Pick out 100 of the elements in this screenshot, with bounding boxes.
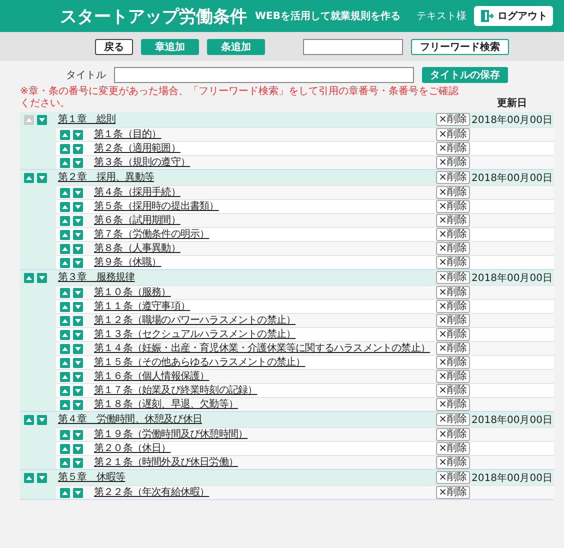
delete-button[interactable]: ×削除 <box>436 471 470 484</box>
delete-button[interactable]: ×削除 <box>436 171 470 184</box>
move-down-button[interactable] <box>73 372 83 382</box>
article-link[interactable]: 第３条（規則の遵守） <box>94 156 436 168</box>
article-link[interactable]: 第１３条（セクシュアルハラスメントの禁止） <box>94 328 436 340</box>
logout-button[interactable]: ログアウト <box>474 6 554 26</box>
chapter-link[interactable]: 第３章 服務規律 <box>58 272 436 284</box>
move-down-button[interactable] <box>37 272 47 282</box>
move-up-button[interactable] <box>60 302 70 312</box>
move-up-button[interactable] <box>60 444 70 454</box>
move-down-button[interactable] <box>73 386 83 396</box>
move-up-button[interactable] <box>60 158 70 168</box>
chapter-link[interactable]: 第５章 休暇等 <box>58 472 436 484</box>
delete-button[interactable]: ×削除 <box>436 228 470 241</box>
move-up-button[interactable] <box>60 400 70 410</box>
move-down-button[interactable] <box>73 202 83 212</box>
article-link[interactable]: 第１８条（遅刻、早退、欠勤等） <box>94 398 436 410</box>
move-down-button[interactable] <box>73 316 83 326</box>
chapter-link[interactable]: 第４章 労働時間、休憩及び休日 <box>58 414 436 426</box>
move-down-button[interactable] <box>73 144 83 154</box>
title-field[interactable] <box>114 67 414 83</box>
delete-button[interactable]: ×削除 <box>436 486 470 499</box>
move-up-button[interactable] <box>60 316 70 326</box>
delete-button[interactable]: ×削除 <box>436 314 470 327</box>
move-up-button[interactable] <box>24 472 34 482</box>
move-down-button[interactable] <box>73 258 83 268</box>
move-down-button[interactable] <box>73 444 83 454</box>
delete-button[interactable]: ×削除 <box>436 328 470 341</box>
chapter-link[interactable]: 第２章 採用、異動等 <box>58 172 436 184</box>
article-link[interactable]: 第４条（採用手続） <box>94 186 436 198</box>
move-up-button[interactable] <box>60 386 70 396</box>
article-link[interactable]: 第１１条（遵守事項） <box>94 300 436 312</box>
search-button[interactable]: フリーワード検索 <box>411 38 509 54</box>
article-link[interactable]: 第２０条（休日） <box>94 442 436 454</box>
move-down-button[interactable] <box>73 244 83 254</box>
move-down-button[interactable] <box>73 216 83 226</box>
move-up-button[interactable] <box>60 258 70 268</box>
move-down-button[interactable] <box>73 302 83 312</box>
move-down-button[interactable] <box>73 488 83 498</box>
move-down-button[interactable] <box>73 288 83 298</box>
article-link[interactable]: 第２条（適用範囲） <box>94 142 436 154</box>
delete-button[interactable]: ×削除 <box>436 428 470 441</box>
move-up-button[interactable] <box>24 272 34 282</box>
move-up-button[interactable] <box>60 130 70 140</box>
article-link[interactable]: 第１４条（妊娠・出産・育児休業・介護休業等に関するハラスメントの禁止） <box>94 342 436 354</box>
move-up-button[interactable] <box>60 458 70 468</box>
delete-button[interactable]: ×削除 <box>436 186 470 199</box>
article-link[interactable]: 第９条（休職） <box>94 256 436 268</box>
move-down-button[interactable] <box>73 188 83 198</box>
article-link[interactable]: 第８条（人事異動） <box>94 242 436 254</box>
move-down-button[interactable] <box>73 400 83 410</box>
move-down-button[interactable] <box>37 472 47 482</box>
delete-button[interactable]: ×削除 <box>436 384 470 397</box>
move-up-button[interactable] <box>60 372 70 382</box>
article-link[interactable]: 第１５条（その他あらゆるハラスメントの禁止） <box>94 356 436 368</box>
move-up-button[interactable] <box>60 244 70 254</box>
move-up-button[interactable] <box>60 344 70 354</box>
article-link[interactable]: 第１０条（服務） <box>94 286 436 298</box>
move-down-button[interactable] <box>73 430 83 440</box>
delete-button[interactable]: ×削除 <box>436 156 470 169</box>
move-down-button[interactable] <box>73 130 83 140</box>
delete-button[interactable]: ×削除 <box>436 456 470 469</box>
move-up-button[interactable] <box>60 144 70 154</box>
move-down-button[interactable] <box>73 344 83 354</box>
delete-button[interactable]: ×削除 <box>436 300 470 313</box>
move-up-button[interactable] <box>60 330 70 340</box>
article-link[interactable]: 第５条（採用時の提出書類） <box>94 200 436 212</box>
delete-button[interactable]: ×削除 <box>436 442 470 455</box>
move-up-button[interactable] <box>60 202 70 212</box>
move-down-button[interactable] <box>73 330 83 340</box>
move-up-button[interactable] <box>60 358 70 368</box>
move-up-button[interactable] <box>60 288 70 298</box>
move-down-button[interactable] <box>73 230 83 240</box>
delete-button[interactable]: ×削除 <box>436 256 470 269</box>
move-down-button[interactable] <box>73 158 83 168</box>
delete-button[interactable]: ×削除 <box>436 200 470 213</box>
move-up-button[interactable] <box>60 188 70 198</box>
chapter-link[interactable]: 第１章 総則 <box>58 114 436 126</box>
article-link[interactable]: 第７条（労働条件の明示） <box>94 228 436 240</box>
delete-button[interactable]: ×削除 <box>436 271 470 284</box>
move-down-button[interactable] <box>37 172 47 182</box>
article-link[interactable]: 第１９条（労働時間及び休憩時間） <box>94 428 436 440</box>
move-down-button[interactable] <box>37 114 47 124</box>
delete-button[interactable]: ×削除 <box>436 398 470 411</box>
back-button[interactable]: 戻る <box>95 38 133 54</box>
delete-button[interactable]: ×削除 <box>436 128 470 141</box>
article-link[interactable]: 第２１条（時間外及び休日労働） <box>94 456 436 468</box>
move-up-button[interactable] <box>24 414 34 424</box>
article-link[interactable]: 第１２条（職場のパワーハラスメントの禁止） <box>94 314 436 326</box>
delete-button[interactable]: ×削除 <box>436 370 470 383</box>
move-down-button[interactable] <box>73 458 83 468</box>
move-down-button[interactable] <box>73 358 83 368</box>
article-link[interactable]: 第６条（試用期間） <box>94 214 436 226</box>
article-link[interactable]: 第１６条（個人情報保護） <box>94 370 436 382</box>
delete-button[interactable]: ×削除 <box>436 342 470 355</box>
move-up-button[interactable] <box>60 488 70 498</box>
article-link[interactable]: 第１７条（始業及び終業時刻の記録） <box>94 384 436 396</box>
delete-button[interactable]: ×削除 <box>436 413 470 426</box>
move-up-button[interactable] <box>60 230 70 240</box>
move-up-button[interactable] <box>24 172 34 182</box>
